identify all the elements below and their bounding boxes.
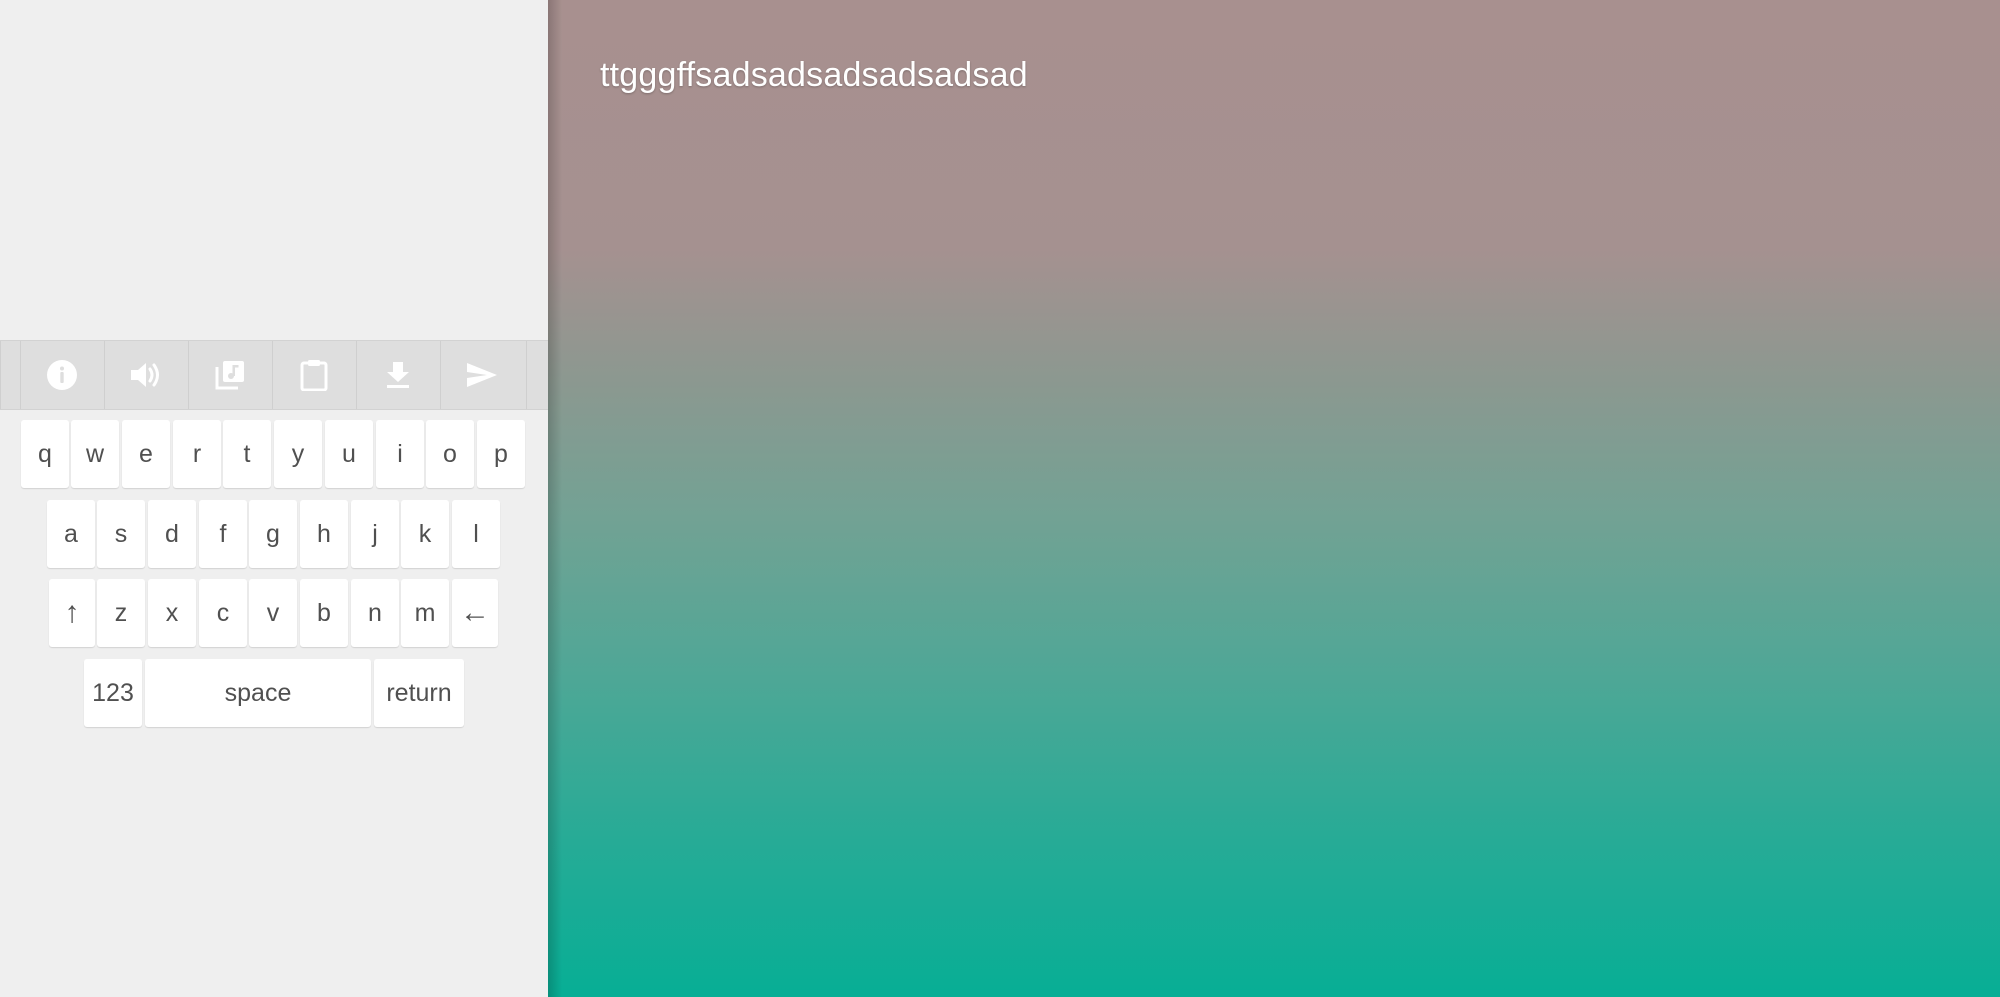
- keyboard-panel: q w e r t y u i o p a s d f g h j k l ↑ …: [0, 0, 548, 997]
- key-r[interactable]: r: [173, 420, 221, 488]
- typed-text: ttgggffsadsadsadsadsadsad: [600, 56, 1028, 94]
- app-window: q w e r t y u i o p a s d f g h j k l ↑ …: [0, 0, 2000, 997]
- music-library-icon: [215, 361, 244, 390]
- music-library-button[interactable]: [188, 341, 271, 409]
- key-h[interactable]: h: [300, 500, 348, 568]
- send-icon: [467, 363, 497, 387]
- backspace-key[interactable]: ←: [452, 579, 498, 647]
- key-b[interactable]: b: [300, 579, 348, 647]
- space-key[interactable]: space: [145, 659, 371, 727]
- key-t[interactable]: t: [223, 420, 271, 488]
- key-v[interactable]: v: [249, 579, 297, 647]
- key-j[interactable]: j: [351, 500, 399, 568]
- numbers-key[interactable]: 123: [84, 659, 142, 727]
- info-icon: [47, 360, 77, 390]
- speak-button[interactable]: [104, 341, 187, 409]
- key-u[interactable]: u: [325, 420, 373, 488]
- key-k[interactable]: k: [401, 500, 449, 568]
- toolbar-edge-right: [526, 341, 546, 409]
- key-d[interactable]: d: [148, 500, 196, 568]
- key-a[interactable]: a: [47, 500, 95, 568]
- download-button[interactable]: [356, 341, 439, 409]
- key-m[interactable]: m: [401, 579, 449, 647]
- return-key[interactable]: return: [374, 659, 464, 727]
- key-y[interactable]: y: [274, 420, 322, 488]
- key-l[interactable]: l: [452, 500, 500, 568]
- key-g[interactable]: g: [249, 500, 297, 568]
- clipboard-icon: [300, 360, 328, 391]
- shift-key[interactable]: ↑: [49, 579, 95, 647]
- send-button[interactable]: [440, 341, 523, 409]
- key-o[interactable]: o: [426, 420, 474, 488]
- toolbar-edge-left: [0, 341, 20, 409]
- key-s[interactable]: s: [97, 500, 145, 568]
- key-f[interactable]: f: [199, 500, 247, 568]
- speaker-icon: [131, 363, 159, 387]
- key-e[interactable]: e: [122, 420, 170, 488]
- key-c[interactable]: c: [199, 579, 247, 647]
- download-icon: [387, 362, 409, 388]
- key-p[interactable]: p: [477, 420, 525, 488]
- key-i[interactable]: i: [376, 420, 424, 488]
- arrow-up-icon: ↑: [64, 596, 80, 629]
- key-x[interactable]: x: [148, 579, 196, 647]
- keyboard-toolbar: [0, 340, 548, 410]
- key-w[interactable]: w: [71, 420, 119, 488]
- arrow-left-icon: ←: [460, 596, 490, 629]
- key-z[interactable]: z: [97, 579, 145, 647]
- text-display-area[interactable]: ttgggffsadsadsadsadsadsad: [548, 0, 2000, 997]
- info-button[interactable]: [20, 341, 103, 409]
- key-q[interactable]: q: [21, 420, 69, 488]
- clipboard-button[interactable]: [272, 341, 355, 409]
- key-n[interactable]: n: [351, 579, 399, 647]
